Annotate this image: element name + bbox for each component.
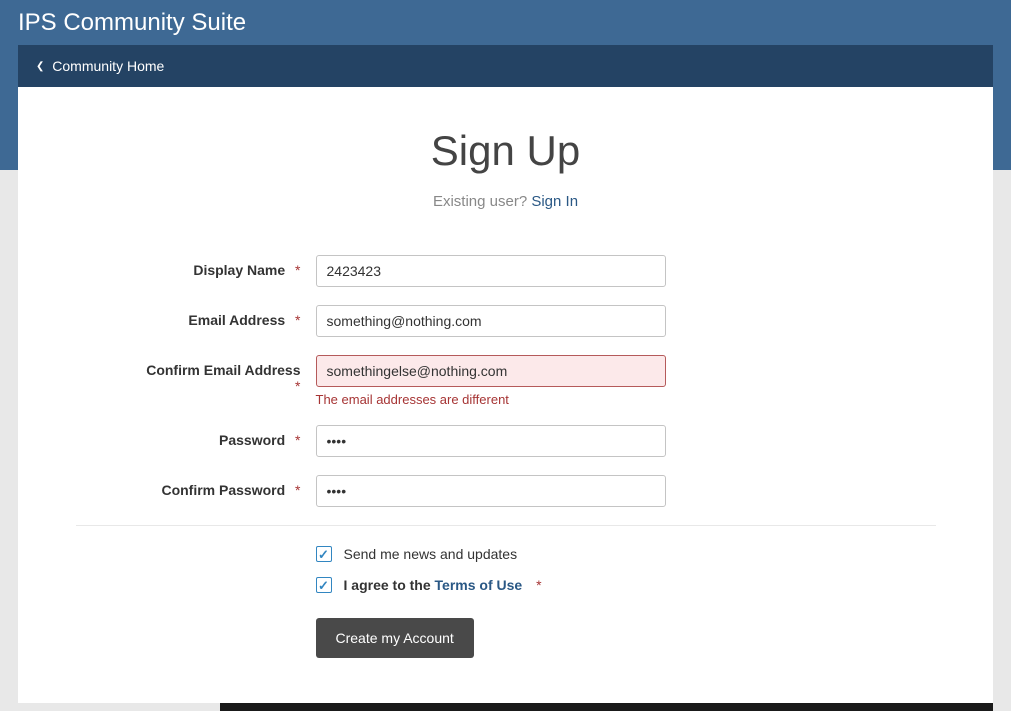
chevron-left-icon: ❮: [36, 46, 44, 88]
confirm-email-error: The email addresses are different: [316, 392, 936, 407]
required-marker: *: [295, 262, 300, 278]
row-confirm-email: Confirm Email Address * The email addres…: [76, 355, 936, 407]
signup-form: Display Name * Email Address * Confi: [76, 255, 936, 658]
row-password: Password *: [76, 425, 936, 457]
row-submit: Create my Account: [76, 618, 936, 658]
display-name-input[interactable]: [316, 255, 666, 287]
required-marker: *: [295, 482, 300, 498]
terms-of-use-link[interactable]: Terms of Use: [435, 577, 523, 593]
label-password: Password: [219, 432, 285, 448]
create-account-button[interactable]: Create my Account: [316, 618, 474, 658]
breadcrumb-home-link[interactable]: Community Home: [52, 58, 164, 74]
email-input[interactable]: [316, 305, 666, 337]
terms-checkbox[interactable]: [316, 577, 332, 593]
newsletter-label: Send me news and updates: [344, 546, 518, 562]
row-email: Email Address *: [76, 305, 936, 337]
required-marker: *: [295, 312, 300, 328]
newsletter-checkbox[interactable]: [316, 546, 332, 562]
required-marker: *: [295, 432, 300, 448]
confirm-email-input[interactable]: [316, 355, 666, 387]
site-title[interactable]: IPS Community Suite: [18, 9, 246, 36]
password-input[interactable]: [316, 425, 666, 457]
sign-in-link[interactable]: Sign In: [531, 193, 578, 210]
site-header: IPS Community Suite: [0, 0, 1011, 45]
terms-prefix: I agree to the: [344, 577, 435, 593]
row-confirm-password: Confirm Password *: [76, 475, 936, 507]
page-title: Sign Up: [18, 127, 993, 175]
label-confirm-email: Confirm Email Address: [146, 362, 300, 378]
existing-user-prompt: Existing user? Sign In: [18, 193, 993, 210]
breadcrumb: ❮ Community Home: [18, 45, 993, 87]
row-newsletter: Send me news and updates: [76, 546, 936, 562]
required-marker: *: [295, 378, 300, 394]
form-divider: [76, 525, 936, 526]
confirm-password-input[interactable]: [316, 475, 666, 507]
existing-user-prefix: Existing user?: [433, 193, 531, 210]
label-confirm-password: Confirm Password: [161, 482, 285, 498]
row-display-name: Display Name *: [76, 255, 936, 287]
label-display-name: Display Name: [193, 262, 285, 278]
row-terms: I agree to the Terms of Use *: [76, 577, 936, 593]
footer-strip: [220, 703, 993, 711]
main-card: Sign Up Existing user? Sign In Display N…: [18, 87, 993, 703]
label-email: Email Address: [188, 312, 285, 328]
required-marker: *: [536, 577, 541, 593]
